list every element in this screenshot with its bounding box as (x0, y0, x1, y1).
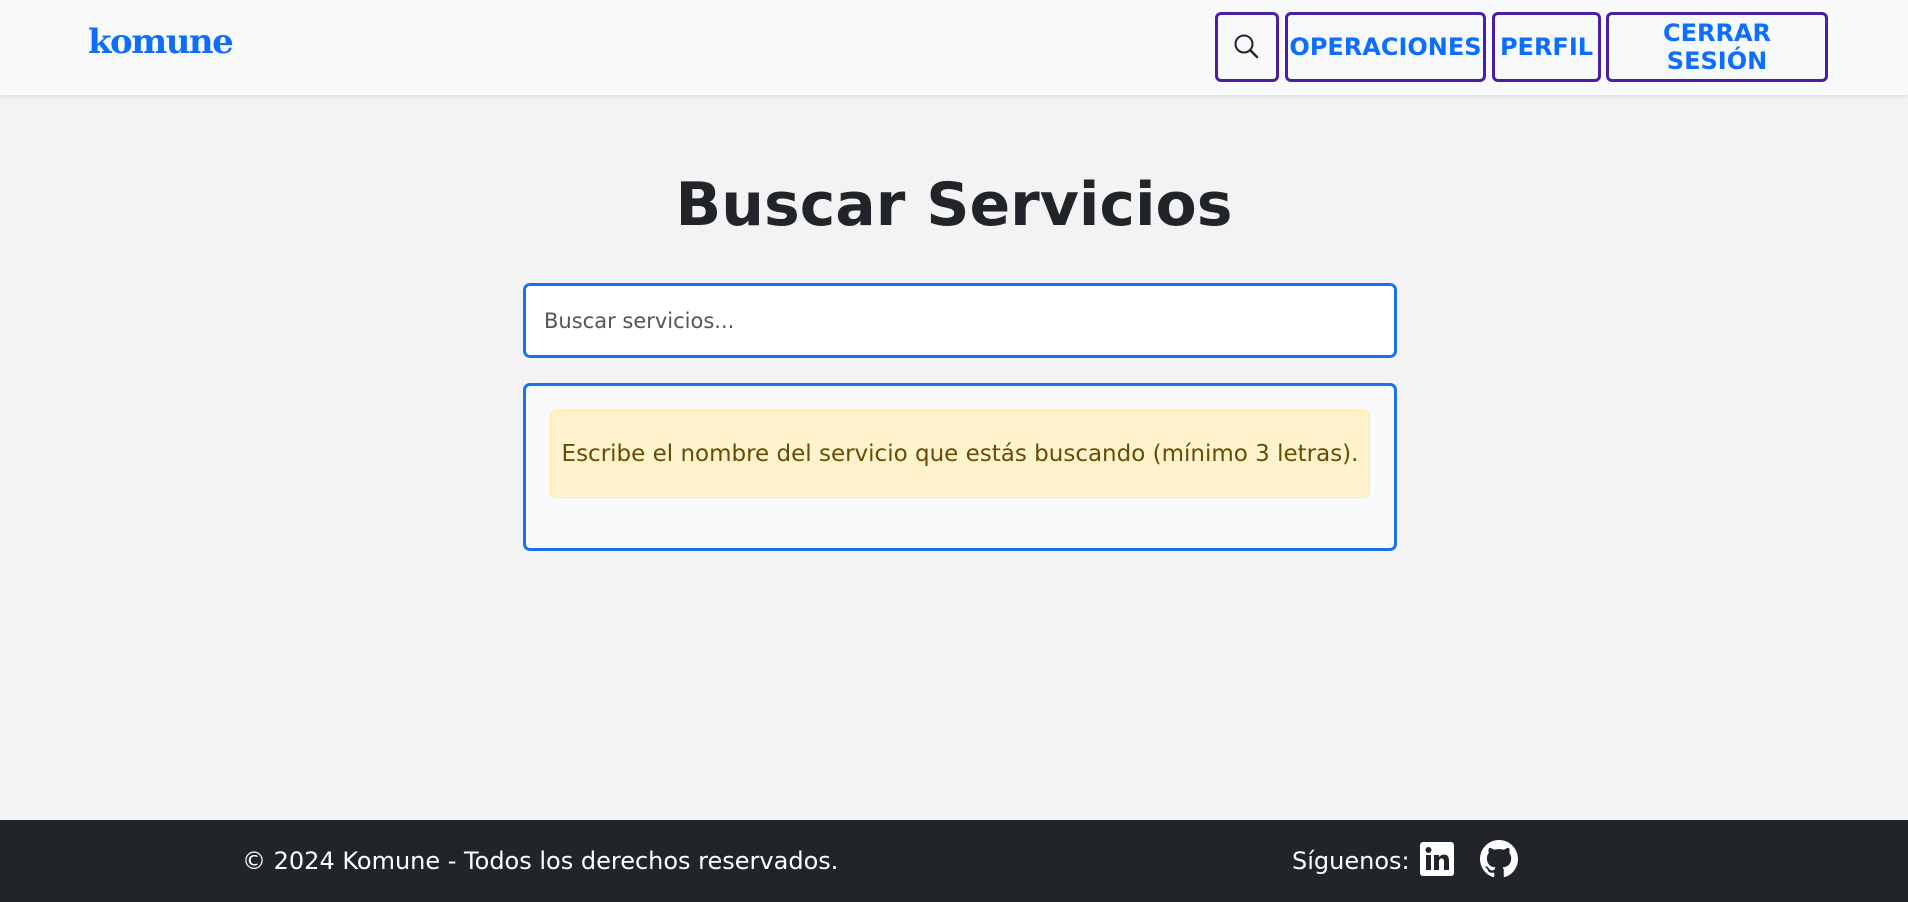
search-button[interactable] (1215, 12, 1279, 82)
logout-button[interactable]: CERRAR SESIÓN (1606, 12, 1828, 82)
footer: © 2024 Komune - Todos los derechos reser… (0, 820, 1908, 902)
linkedin-icon (1419, 841, 1455, 881)
github-icon (1480, 840, 1518, 882)
brand-logo[interactable]: komune (88, 22, 234, 62)
search-icon (1232, 32, 1262, 62)
copyright-text: © 2024 Komune - Todos los derechos reser… (242, 847, 839, 875)
top-navbar: komune OPERACIONES PERFIL CERRAR SESIÓN (0, 0, 1908, 95)
info-alert: Escribe el nombre del servicio que estás… (550, 410, 1370, 498)
search-input[interactable] (523, 283, 1397, 358)
operations-button[interactable]: OPERACIONES (1285, 12, 1486, 82)
follow-label: Síguenos: (1292, 847, 1410, 875)
github-link[interactable] (1480, 840, 1518, 882)
profile-button[interactable]: PERFIL (1492, 12, 1601, 82)
page-title: Buscar Servicios (675, 170, 1233, 240)
linkedin-link[interactable] (1418, 842, 1456, 880)
results-panel: Escribe el nombre del servicio que estás… (523, 383, 1397, 551)
